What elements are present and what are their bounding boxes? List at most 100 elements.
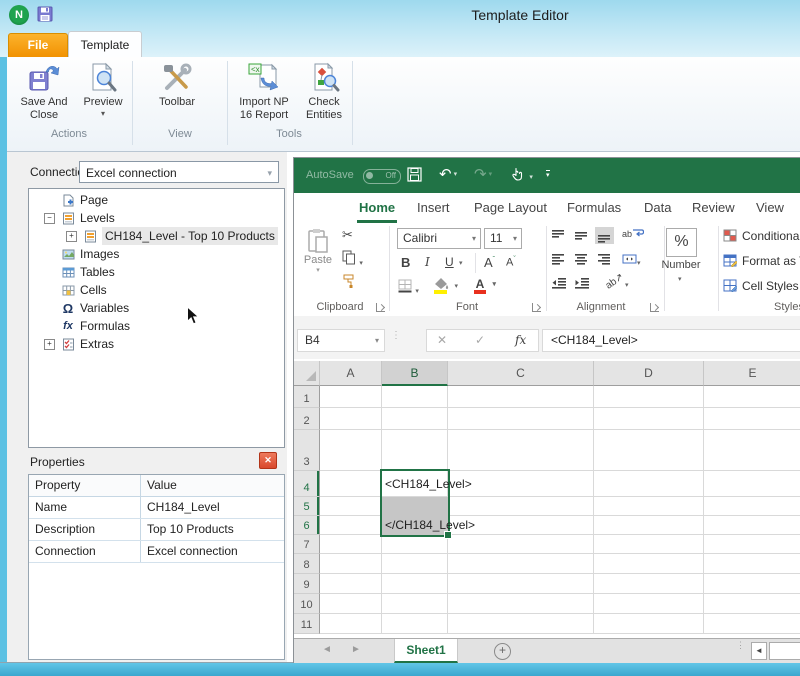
decrease-indent-icon[interactable] [552, 278, 566, 292]
name-box[interactable]: B4 ▾ [297, 329, 385, 352]
collapse-icon[interactable]: − [44, 213, 55, 224]
copy-icon[interactable]: ▾ [342, 250, 363, 268]
font-size-combo[interactable]: 11▾ [484, 228, 522, 249]
enter-icon[interactable]: ✓ [475, 330, 485, 351]
tab-template[interactable]: Template [68, 31, 142, 58]
grid-row[interactable] [320, 594, 800, 614]
bold-button[interactable]: B [401, 255, 410, 270]
sheet-tab-sheet1[interactable]: Sheet1 [394, 639, 458, 663]
quick-save-icon[interactable] [37, 6, 53, 27]
expand-icon[interactable]: + [66, 231, 77, 242]
sheet-nav-left-icon[interactable]: ◄ [322, 644, 332, 655]
row-header-2[interactable]: 2 [294, 408, 320, 430]
grid-row[interactable] [320, 574, 800, 594]
grid-row[interactable] [320, 430, 800, 471]
hscroll-left-icon[interactable]: ◄ [751, 642, 767, 660]
tab-review[interactable]: Review [692, 193, 735, 223]
tree-item-ch184-level[interactable]: + CH184_Level - Top 10 Products [29, 227, 284, 245]
grid-row[interactable] [320, 386, 800, 408]
hscroll-thumb[interactable] [769, 642, 800, 660]
row-header-7[interactable]: 7 [294, 535, 320, 554]
tree-item-variables[interactable]: Ω Variables [29, 299, 284, 317]
tab-view[interactable]: View [756, 193, 784, 223]
sheet-nav-right-icon[interactable]: ► [351, 644, 361, 655]
customize-qat-icon[interactable]: ▾ [546, 166, 550, 180]
new-sheet-icon[interactable]: + [494, 643, 511, 660]
row-header-3[interactable]: 3 [294, 430, 320, 471]
import-np16-report-button[interactable]: <x Import NP 16 Report [233, 60, 295, 122]
tab-data[interactable]: Data [644, 193, 671, 223]
align-middle-icon[interactable] [575, 230, 588, 244]
select-all-corner[interactable] [294, 361, 320, 386]
preview-button[interactable]: Preview ▾ [78, 60, 128, 118]
expand-icon[interactable]: + [44, 339, 55, 350]
underline-dropdown-icon[interactable]: ▾ [459, 259, 463, 267]
toolbar-button[interactable]: Toolbar [147, 60, 207, 109]
grid-row[interactable] [320, 554, 800, 574]
tree-item-cells[interactable]: Cells [29, 281, 284, 299]
italic-button[interactable]: I [425, 255, 430, 269]
align-left-icon[interactable] [552, 254, 565, 268]
column-header-a[interactable]: A [320, 361, 382, 386]
row-header-8[interactable]: 8 [294, 554, 320, 574]
tree-item-formulas[interactable]: fx Formulas [29, 317, 284, 335]
fill-color-icon[interactable]: ▾ [434, 278, 449, 294]
orientation-dropdown-icon[interactable]: ▾ [625, 281, 629, 289]
row-header-5[interactable]: 5 [294, 497, 320, 516]
percent-style-button[interactable]: % [666, 228, 697, 257]
property-row-name[interactable]: Name CH184_Level [29, 497, 284, 519]
format-as-table-button[interactable]: Format as Table [723, 254, 800, 270]
tree-item-page[interactable]: Page [29, 191, 284, 209]
font-dialog-launcher[interactable] [532, 303, 541, 312]
row-header-4[interactable]: 4 [294, 471, 320, 497]
touch-mode-icon[interactable]: ▾ [510, 167, 533, 185]
merge-center-icon[interactable]: ▾ [622, 253, 641, 268]
property-row-description[interactable]: Description Top 10 Products [29, 519, 284, 541]
font-name-combo[interactable]: Calibri▾ [397, 228, 481, 249]
font-color-icon[interactable]: A▾ [474, 277, 486, 294]
tab-home[interactable]: Home [357, 193, 397, 223]
properties-close-button[interactable]: ✕ [259, 452, 277, 469]
conditional-formatting-button[interactable]: Conditional Formatting [723, 229, 800, 245]
tab-scroll-splitter[interactable]: ⋮ [736, 643, 742, 648]
connection-dropdown[interactable]: Excel connection ▾ [79, 161, 279, 183]
tree-item-images[interactable]: Images [29, 245, 284, 263]
insert-function-icon[interactable]: fx [515, 330, 526, 351]
wrap-text-icon[interactable]: ab [622, 228, 644, 239]
formula-bar-handle[interactable]: ⋮ [391, 330, 401, 341]
shrink-font-button[interactable]: Aˇ [506, 256, 516, 269]
excel-save-icon[interactable] [407, 167, 422, 185]
orientation-icon[interactable]: ab↗ [604, 271, 626, 291]
cell-styles-button[interactable]: Cell Styles [723, 279, 799, 295]
column-header-e[interactable]: E [704, 361, 800, 386]
grid-row[interactable] [320, 535, 800, 554]
cancel-icon[interactable]: ✕ [437, 330, 447, 351]
row-header-9[interactable]: 9 [294, 574, 320, 594]
cell-b6[interactable]: </CH184_Level> [385, 516, 475, 535]
align-right-icon[interactable] [598, 254, 611, 268]
align-bottom-icon[interactable] [595, 227, 614, 244]
column-header-d[interactable]: D [594, 361, 704, 386]
borders-icon[interactable]: ▾ [398, 279, 419, 296]
cell-b4[interactable]: <CH184_Level> [385, 471, 472, 497]
grow-font-button[interactable]: Aˆ [484, 255, 495, 270]
align-center-icon[interactable] [575, 254, 588, 268]
paste-button[interactable]: Paste ▾ [300, 228, 336, 274]
number-format-dropdown-icon[interactable]: ▾ [678, 275, 682, 283]
row-header-6[interactable]: 6 [294, 516, 320, 535]
column-header-c[interactable]: C [448, 361, 594, 386]
tab-file[interactable]: File [8, 33, 68, 58]
grid-row[interactable] [320, 408, 800, 430]
grid-row[interactable] [320, 614, 800, 634]
row-header-11[interactable]: 11 [294, 614, 320, 634]
alignment-dialog-launcher[interactable] [650, 303, 659, 312]
autosave-toggle[interactable]: Off [363, 169, 401, 184]
row-header-1[interactable]: 1 [294, 386, 320, 408]
tree-item-extras[interactable]: + Extras [29, 335, 284, 353]
align-top-icon[interactable] [552, 230, 565, 244]
save-and-close-button[interactable]: Save And Close [16, 60, 72, 122]
tree-item-tables[interactable]: Tables [29, 263, 284, 281]
clipboard-dialog-launcher[interactable] [376, 303, 385, 312]
format-painter-icon[interactable] [342, 273, 357, 291]
number-format-label[interactable]: Number [660, 259, 702, 271]
